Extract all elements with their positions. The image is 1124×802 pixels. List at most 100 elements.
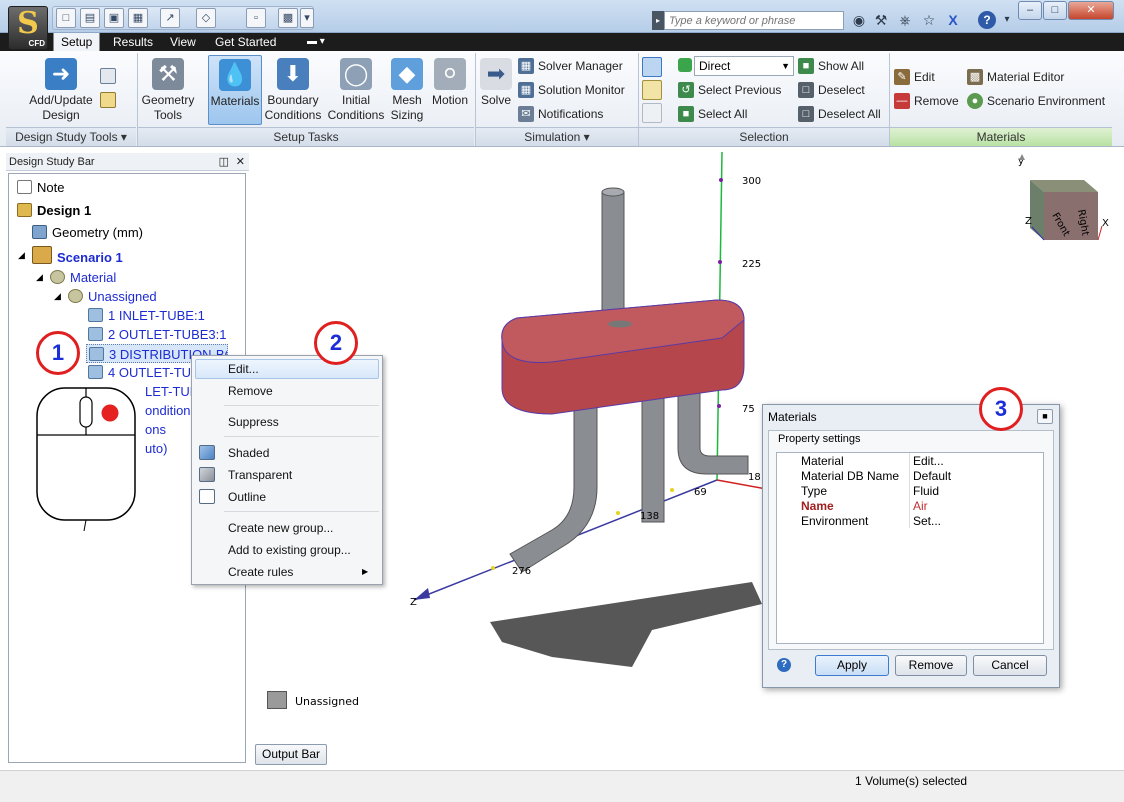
legend-swatch (267, 691, 287, 709)
menu-item-shaded[interactable]: Shaded (228, 443, 269, 463)
help-dropdown-icon[interactable]: ▾ (998, 11, 1016, 29)
materials-button[interactable]: 💧 Materials (208, 55, 262, 125)
close-window-button[interactable]: ✕ (1068, 1, 1114, 20)
table-icon[interactable]: ▩ (278, 8, 298, 28)
group-footer-simulation[interactable]: Simulation ▾ (476, 127, 638, 146)
motion-button[interactable]: ⚪ Motion (428, 55, 472, 125)
geometry-tools-button[interactable]: ⚒ Geometry Tools (140, 55, 196, 125)
menu-item-add-to-existing-group[interactable]: Add to existing group... (228, 540, 351, 560)
maximize-button[interactable]: □ (1043, 1, 1067, 20)
material-icon (50, 270, 65, 284)
selection-mode-dropdown[interactable]: Direct ▼ (694, 56, 794, 76)
tree-item-part[interactable]: 1 INLET-TUBE:1 (88, 306, 205, 325)
view-cube[interactable]: y Front Right Z X (1018, 154, 1109, 241)
remove-button[interactable]: Remove (895, 655, 967, 676)
boundary-conditions-button[interactable]: ⬇ Boundary Conditions (264, 55, 322, 125)
deselect-all-icon: □ (798, 106, 814, 122)
save-all-icon[interactable]: ▦ (128, 8, 148, 28)
minimize-button[interactable]: – (1018, 1, 1042, 20)
tab-view[interactable]: View (163, 33, 203, 51)
apply-button[interactable]: Apply (815, 655, 889, 676)
outlet-tube-left[interactable] (509, 406, 598, 573)
collapse-unassigned-icon[interactable]: ◢ (54, 287, 61, 306)
tree-item-partial[interactable]: ons (145, 420, 166, 439)
new-file-icon[interactable]: □ (56, 8, 76, 28)
view-shape-icon[interactable]: ◇ (196, 8, 216, 28)
exchange-icon[interactable]: X (944, 11, 962, 29)
tab-results[interactable]: Results (106, 33, 160, 51)
tree-item-unassigned[interactable]: Unassigned (68, 287, 157, 306)
menu-item-outline[interactable]: Outline (228, 487, 266, 507)
wrench-icon[interactable]: ⚒ (872, 11, 890, 29)
dialog-help-icon[interactable]: ? (777, 658, 791, 672)
solver-manager-button[interactable]: ▦ Solver Manager (516, 56, 634, 76)
copy-design-icon[interactable] (100, 68, 116, 84)
tree-item-note[interactable]: Note (17, 178, 64, 197)
design-study-bar-header: Design Study Bar ◫ ✕ (6, 153, 249, 171)
deselect-button[interactable]: □ Deselect (796, 80, 886, 100)
output-bar-button[interactable]: Output Bar (255, 744, 327, 765)
notifications-button[interactable]: ✉ Notifications (516, 104, 626, 124)
ribbon-options-icon[interactable]: ▬ ▾ (300, 33, 332, 51)
tab-get-started[interactable]: Get Started (208, 33, 283, 51)
property-row[interactable]: Environment Set... (777, 514, 1043, 529)
select-mode-icon[interactable]: ↗ (160, 8, 180, 28)
collapse-scenario-icon[interactable]: ◢ (18, 246, 25, 265)
select-volumes-icon[interactable] (642, 57, 662, 77)
select-previous-button[interactable]: ↺ Select Previous (676, 80, 786, 100)
tree-item-partial[interactable]: uto) (145, 439, 167, 458)
tab-setup[interactable]: Setup (53, 33, 101, 51)
tree-item-part[interactable]: 2 OUTLET-TUBE3:1 (88, 325, 226, 344)
tree-item-material[interactable]: Material (50, 268, 116, 287)
scenario-environment-button[interactable]: ● Scenario Environment (965, 91, 1111, 111)
cancel-button[interactable]: Cancel (973, 655, 1047, 676)
menu-item-transparent[interactable]: Transparent (228, 465, 292, 485)
show-all-button[interactable]: ■ Show All (796, 56, 886, 76)
menu-item-edit[interactable]: Edit... (228, 359, 259, 379)
property-row[interactable]: Type Fluid (777, 484, 1043, 499)
material-remove-button[interactable]: — Remove (892, 91, 964, 111)
clipboard-icon[interactable]: ▫ (246, 8, 266, 28)
search-input[interactable] (664, 11, 844, 30)
solve-button[interactable]: ➡ Solve (478, 55, 514, 125)
select-all-button[interactable]: ■ Select All (676, 104, 776, 124)
add-update-design-button[interactable]: ➜ Add/Update Design (24, 55, 98, 125)
solution-monitor-button[interactable]: ▦ Solution Monitor (516, 80, 636, 100)
property-row[interactable]: Material DB Name Default (777, 469, 1043, 484)
select-edges-icon[interactable] (642, 103, 662, 123)
select-surfaces-icon[interactable] (642, 80, 662, 100)
design-report-icon[interactable] (100, 92, 116, 108)
tree-item-scenario[interactable]: Scenario 1 (32, 246, 123, 265)
group-footer-design-study-tools[interactable]: Design Study Tools ▾ (6, 127, 136, 146)
close-panel-icon[interactable]: ✕ (236, 153, 245, 171)
satellite-icon[interactable]: ⎈ (896, 11, 914, 29)
undock-icon[interactable]: ◫ (219, 153, 229, 171)
initial-conditions-button[interactable]: ◯ Initial Conditions (326, 55, 386, 125)
outlet-tube-center[interactable] (641, 386, 665, 523)
application-menu-button[interactable]: S CFD (8, 6, 48, 50)
search-expand-icon[interactable]: ▸ (652, 11, 664, 30)
material-edit-button[interactable]: ✎ Edit (892, 67, 952, 87)
help-icon[interactable]: ? (978, 11, 996, 29)
tree-item-part[interactable]: 4 OUTLET-TUB (88, 363, 200, 382)
collapse-material-icon[interactable]: ◢ (36, 268, 43, 287)
deselect-all-button[interactable]: □ Deselect All (796, 104, 888, 124)
property-row[interactable]: Material Edit... (777, 454, 1043, 469)
material-editor-button[interactable]: ▩ Material Editor (965, 67, 1073, 87)
tree-item-geometry[interactable]: Geometry (mm) (32, 223, 143, 242)
tree-item-partial[interactable]: onditions (145, 401, 197, 420)
save-icon[interactable]: ▣ (104, 8, 124, 28)
binoculars-icon[interactable]: ◉ (850, 11, 868, 29)
inlet-tube[interactable] (601, 191, 625, 328)
dialog-close-icon[interactable]: ■ (1037, 409, 1053, 424)
menu-item-suppress[interactable]: Suppress (228, 412, 279, 432)
open-folder-icon[interactable]: ▤ (80, 8, 100, 28)
menu-item-remove[interactable]: Remove (228, 381, 273, 401)
menu-item-create-new-group[interactable]: Create new group... (228, 518, 333, 538)
star-icon[interactable]: ☆ (920, 11, 938, 29)
property-row-highlighted[interactable]: Name Air (777, 499, 1043, 514)
qat-dropdown-icon[interactable]: ▾ (300, 8, 314, 28)
mesh-sizing-button[interactable]: ◆ Mesh Sizing (388, 55, 426, 125)
tree-item-design[interactable]: Design 1 (17, 201, 91, 220)
menu-item-create-rules[interactable]: Create rules (228, 562, 293, 582)
